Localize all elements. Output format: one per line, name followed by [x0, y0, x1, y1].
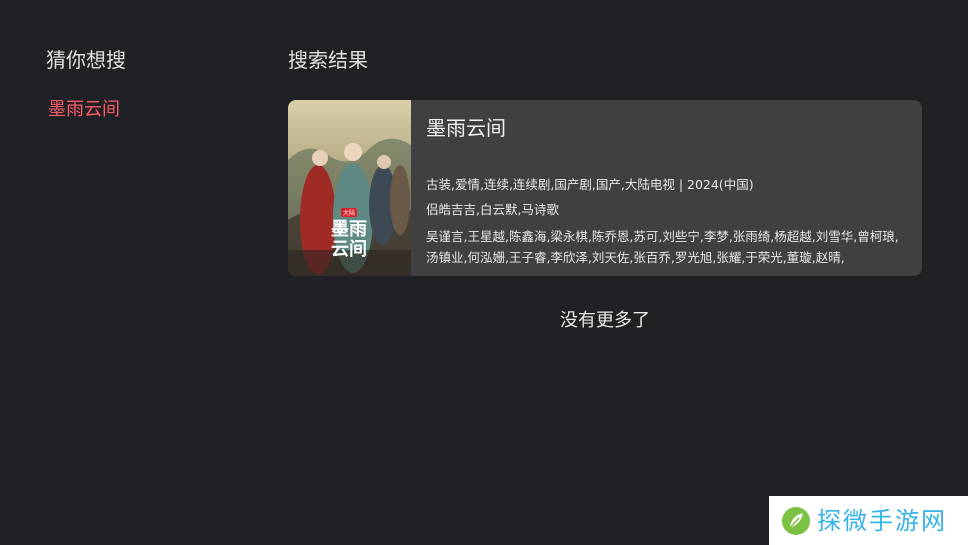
no-more-text: 没有更多了 — [560, 310, 650, 331]
watermark: 探微手游网 — [769, 496, 968, 545]
result-info: 墨雨云间 古装,爱情,连续,连续剧,国产剧,国产,大陆电视 | 2024(中国)… — [426, 100, 912, 276]
result-card[interactable]: 大陆 墨雨 云间 墨雨云间 古装,爱情,连续,连续剧,国产剧,国产,大陆电视 |… — [288, 100, 922, 276]
results-title: 搜索结果 — [288, 48, 368, 72]
suggestions-title: 猜你想搜 — [46, 48, 126, 72]
poster-badge: 大陆 — [343, 209, 355, 217]
result-title: 墨雨云间 — [426, 116, 506, 140]
watermark-text: 探微手游网 — [817, 506, 947, 535]
result-directors: 侣皓吉吉,白云默,马诗歌 — [426, 202, 559, 217]
suggestion-item-moyuyunjian[interactable]: 墨雨云间 — [48, 97, 120, 123]
poster-image: 大陆 墨雨 云间 — [288, 100, 411, 276]
poster-title-line2: 云间 — [331, 239, 367, 260]
result-cast: 吴谨言,王星越,陈鑫海,梁永棋,陈乔恩,苏可,刘些宁,李梦,张雨绮,杨超越,刘雪… — [426, 229, 899, 265]
leaf-logo-icon — [782, 506, 810, 535]
result-genres: 古装,爱情,连续,连续剧,国产剧,国产,大陆电视 | 2024(中国) — [426, 177, 754, 192]
poster-title-line1: 墨雨 — [331, 219, 367, 240]
